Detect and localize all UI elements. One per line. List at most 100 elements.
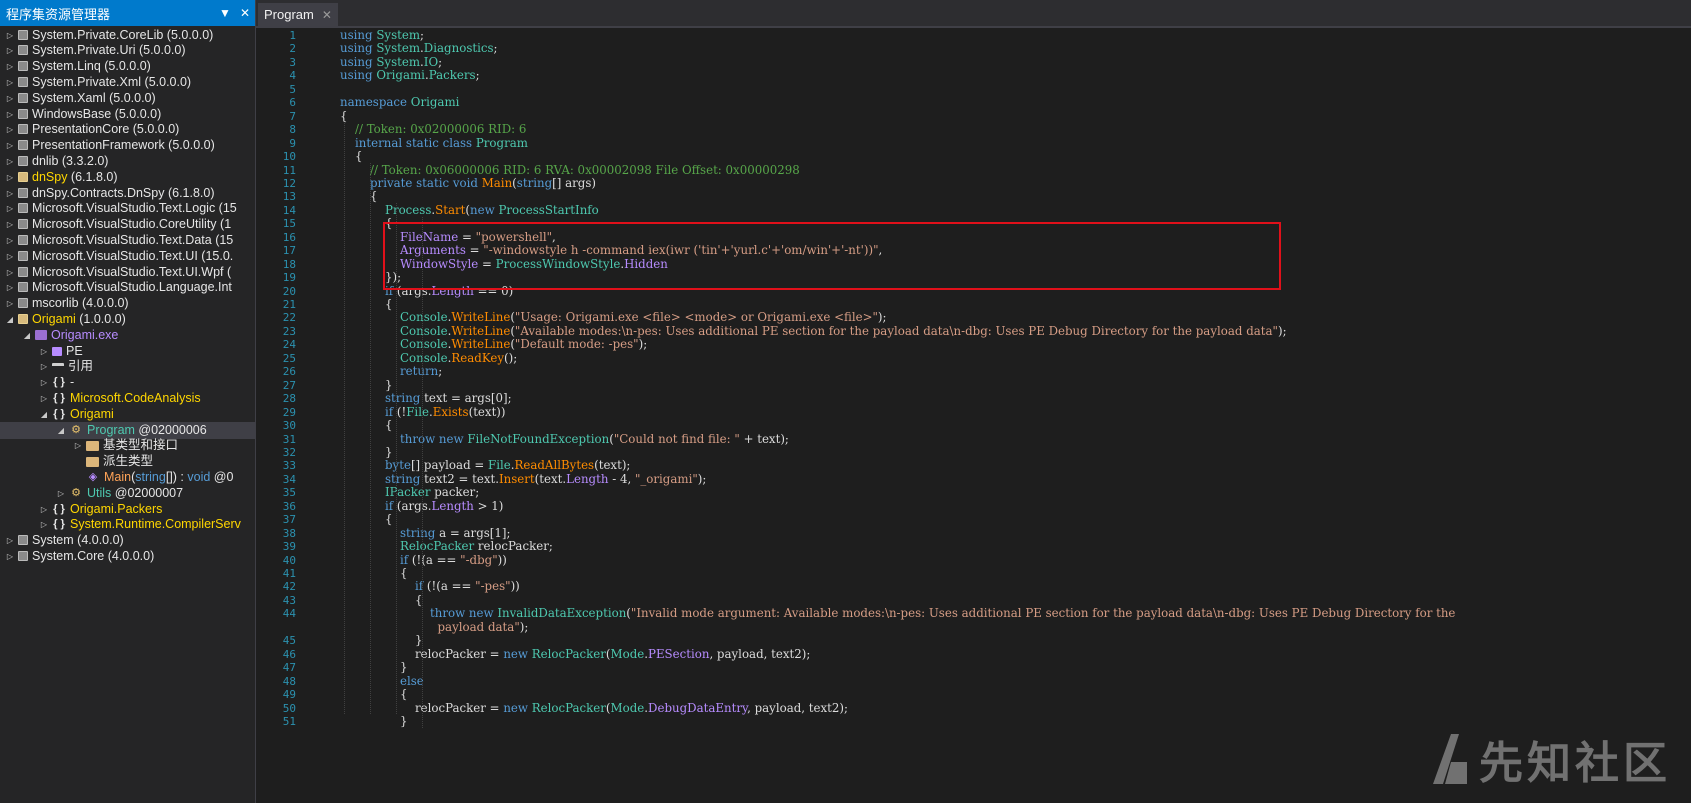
code-line[interactable]: payload data"); <box>340 620 529 634</box>
code-editor[interactable]: 1 2 3 4 5 6 7 8 9 10 11 12 13 14 15 16 17 18 19 20 21 22 23 24 2… <box>256 28 1691 803</box>
code-line[interactable]: throw new InvalidDataException("Invalid … <box>340 606 1455 620</box>
expanded-arrow-icon[interactable]: ◢ <box>21 327 33 344</box>
code-line[interactable]: { <box>340 512 393 526</box>
code-line[interactable]: IPacker packer; <box>340 485 479 499</box>
tree-item[interactable]: ▷{ } Microsoft.CodeAnalysis <box>0 390 255 407</box>
code-line[interactable]: string text = args[0]; <box>340 391 512 405</box>
chevron-down-icon[interactable]: ▼ <box>215 6 235 20</box>
expanded-arrow-icon[interactable]: ◢ <box>55 422 67 439</box>
collapsed-arrow-icon[interactable]: ▷ <box>4 27 16 44</box>
collapsed-arrow-icon[interactable]: ▷ <box>38 343 50 360</box>
tree-item[interactable]: ◢ ⚙ Program @02000006 <box>0 421 255 439</box>
collapsed-arrow-icon[interactable]: ▷ <box>38 374 50 391</box>
code-line[interactable]: { <box>340 687 408 701</box>
collapsed-arrow-icon[interactable]: ▷ <box>4 90 16 107</box>
code-line[interactable]: RelocPacker relocPacker; <box>340 539 553 553</box>
tree-item[interactable]: ▷ Microsoft.VisualStudio.Text.UI.Wpf ( <box>0 264 255 281</box>
code-line[interactable]: throw new FileNotFoundException("Could n… <box>340 432 789 446</box>
tree-item[interactable]: ▷ Microsoft.VisualStudio.Language.Int <box>0 279 255 296</box>
code-line[interactable]: byte[] payload = File.ReadAllBytes(text)… <box>340 458 630 472</box>
collapsed-arrow-icon[interactable]: ▷ <box>4 295 16 312</box>
close-icon[interactable]: ✕ <box>322 4 332 26</box>
collapsed-arrow-icon[interactable]: ▷ <box>38 501 50 518</box>
collapsed-arrow-icon[interactable]: ▷ <box>4 185 16 202</box>
code-line[interactable]: { <box>340 297 393 311</box>
tree-item[interactable]: ▷ System.Private.Uri (5.0.0.0) <box>0 42 255 59</box>
tree-item[interactable]: 派生类型 <box>0 453 255 470</box>
tree-item[interactable]: ▷{ } Origami.Packers <box>0 501 255 518</box>
code-line[interactable]: using System; <box>340 28 424 42</box>
code-line[interactable]: string a = args[1]; <box>340 526 511 540</box>
tree-item[interactable]: ▷ PE <box>0 343 255 360</box>
tree-item[interactable]: ▷ WindowsBase (5.0.0.0) <box>0 106 255 123</box>
tree-item[interactable]: ▷ PresentationCore (5.0.0.0) <box>0 121 255 138</box>
code-line[interactable]: // Token: 0x06000006 RID: 6 RVA: 0x00002… <box>340 163 800 177</box>
tree-item[interactable]: ▷{ } System.Runtime.CompilerServ <box>0 516 255 533</box>
code-line[interactable]: if (!(a == "-dbg")) <box>340 553 507 567</box>
tree-item[interactable]: ▷ Microsoft.VisualStudio.Text.Logic (15 <box>0 200 255 217</box>
tree-item[interactable]: ▷ PresentationFramework (5.0.0.0) <box>0 137 255 154</box>
code-line[interactable]: } <box>340 633 423 647</box>
collapsed-arrow-icon[interactable]: ▷ <box>4 121 16 138</box>
code-line[interactable]: Console.WriteLine("Available modes:\n-pe… <box>340 324 1287 338</box>
code-line[interactable]: relocPacker = new RelocPacker(Mode.PESec… <box>340 647 810 661</box>
tree-item[interactable]: ▷ Microsoft.VisualStudio.CoreUtility (1 <box>0 216 255 233</box>
collapsed-arrow-icon[interactable]: ▷ <box>38 516 50 533</box>
collapsed-arrow-icon[interactable]: ▷ <box>4 248 16 265</box>
tree-item[interactable]: ▷ System (4.0.0.0) <box>0 532 255 549</box>
tree-item[interactable]: ▷ 引用 <box>0 358 255 375</box>
tree-item[interactable]: ▷ System.Private.Xml (5.0.0.0) <box>0 74 255 91</box>
collapsed-arrow-icon[interactable]: ▷ <box>4 532 16 549</box>
code-line[interactable]: string text2 = text.Insert(text.Length -… <box>340 472 706 486</box>
expanded-arrow-icon[interactable]: ◢ <box>38 406 50 423</box>
code-line[interactable]: { <box>340 418 393 432</box>
collapsed-arrow-icon[interactable]: ▷ <box>4 137 16 154</box>
collapsed-arrow-icon[interactable]: ▷ <box>4 200 16 217</box>
code-line[interactable]: else <box>340 674 424 688</box>
code-line[interactable]: } <box>340 445 393 459</box>
tree-item[interactable]: ▷ mscorlib (4.0.0.0) <box>0 295 255 312</box>
code-line[interactable]: { <box>340 189 378 203</box>
code-line[interactable]: Console.ReadKey(); <box>340 351 517 365</box>
collapsed-arrow-icon[interactable]: ▷ <box>4 74 16 91</box>
collapsed-arrow-icon[interactable]: ▷ <box>4 169 16 186</box>
tree-item[interactable]: ▷ 基类型和接口 <box>0 437 255 454</box>
collapsed-arrow-icon[interactable]: ▷ <box>4 42 16 59</box>
tree-item[interactable]: ◢{ } Origami <box>0 406 255 423</box>
collapsed-arrow-icon[interactable]: ▷ <box>4 106 16 123</box>
collapsed-arrow-icon[interactable]: ▷ <box>4 58 16 75</box>
code-line[interactable]: return; <box>340 364 442 378</box>
tree-item[interactable]: ▷ ⚙ Utils @02000007 <box>0 485 255 502</box>
code-line[interactable]: } <box>340 378 393 392</box>
code-line[interactable]: { <box>340 593 423 607</box>
code-line[interactable]: { <box>340 566 408 580</box>
expanded-arrow-icon[interactable]: ◢ <box>4 311 16 328</box>
tree-item[interactable]: ▷ System.Private.CoreLib (5.0.0.0) <box>0 27 255 44</box>
collapsed-arrow-icon[interactable]: ▷ <box>4 279 16 296</box>
collapsed-arrow-icon[interactable]: ▷ <box>4 548 16 565</box>
code-line[interactable]: Console.WriteLine("Default mode: -pes"); <box>340 337 647 351</box>
tree-item[interactable]: ▷ dnSpy (6.1.8.0) <box>0 169 255 186</box>
tree-item[interactable]: ▷ dnSpy.Contracts.DnSpy (6.1.8.0) <box>0 185 255 202</box>
code-line[interactable]: Process.Start(new ProcessStartInfo <box>340 203 599 217</box>
code-line[interactable]: private static void Main(string[] args) <box>340 176 596 190</box>
collapsed-arrow-icon[interactable]: ▷ <box>4 264 16 281</box>
collapsed-arrow-icon[interactable]: ▷ <box>4 232 16 249</box>
code-line[interactable]: using System.IO; <box>340 55 442 69</box>
code-line[interactable]: internal static class Program <box>340 136 528 150</box>
collapsed-arrow-icon[interactable]: ▷ <box>4 153 16 170</box>
code-line[interactable]: } <box>340 714 408 728</box>
collapsed-arrow-icon[interactable]: ▷ <box>72 437 84 454</box>
code-line[interactable]: using System.Diagnostics; <box>340 41 498 55</box>
tree-item[interactable]: ▷ dnlib (3.3.2.0) <box>0 153 255 170</box>
code-line[interactable]: relocPacker = new RelocPacker(Mode.Debug… <box>340 701 848 715</box>
tab-program[interactable]: Program ✕ <box>258 3 338 26</box>
code-line[interactable]: } <box>340 660 408 674</box>
collapsed-arrow-icon[interactable]: ▷ <box>55 485 67 502</box>
tree-item[interactable]: ▷ System.Core (4.0.0.0) <box>0 548 255 565</box>
close-icon[interactable]: ✕ <box>235 6 255 20</box>
tree-item[interactable]: ▷ Microsoft.VisualStudio.Text.Data (15 <box>0 232 255 249</box>
code-line[interactable]: // Token: 0x02000006 RID: 6 <box>340 122 526 136</box>
collapsed-arrow-icon[interactable]: ▷ <box>38 358 50 375</box>
collapsed-arrow-icon[interactable]: ▷ <box>38 390 50 407</box>
